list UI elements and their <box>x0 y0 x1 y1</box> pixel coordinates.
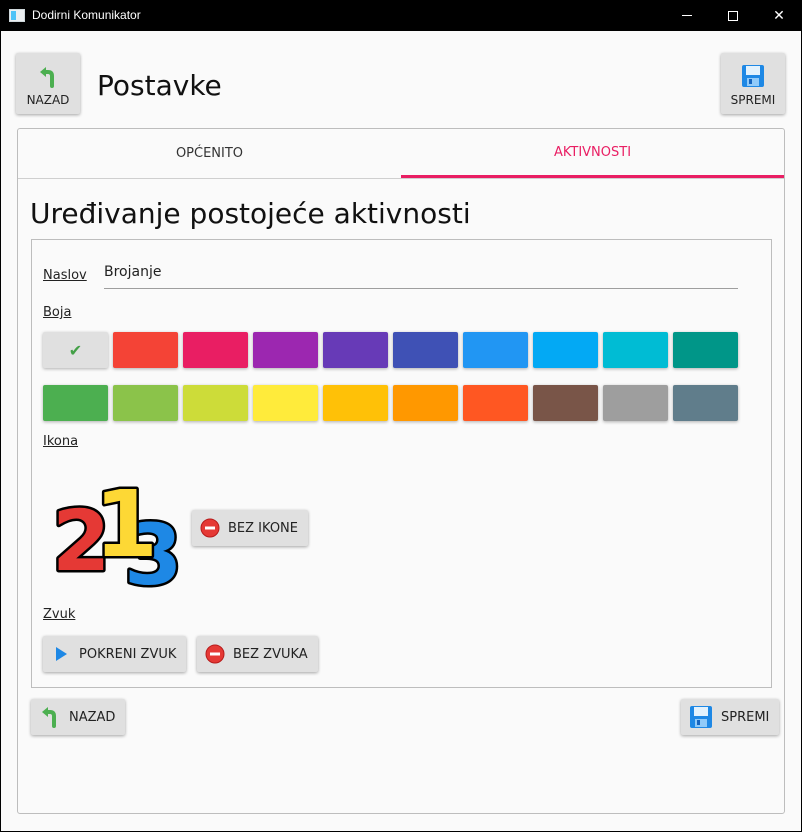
page-title: Postavke <box>97 69 222 102</box>
color-swatch[interactable] <box>43 385 108 421</box>
header-back-button[interactable]: NAZAD <box>16 53 80 114</box>
section-heading: Uređivanje postojeće aktivnosti <box>30 197 471 230</box>
icon-label: Ikona <box>43 434 79 449</box>
no-icon-button[interactable]: BEZ IKONE <box>192 510 308 546</box>
footer-save-button[interactable]: SPREMI <box>681 699 780 735</box>
color-swatch[interactable] <box>113 385 178 421</box>
checkmark-icon: ✔ <box>68 340 83 360</box>
color-swatch[interactable] <box>533 332 598 368</box>
color-swatch[interactable] <box>673 385 738 421</box>
color-swatch[interactable] <box>533 385 598 421</box>
minimize-icon <box>682 15 692 16</box>
sound-label: Zvuk <box>43 607 76 622</box>
tab-activities[interactable]: AKTIVNOSTI <box>401 129 784 178</box>
color-swatch[interactable] <box>253 332 318 368</box>
tab-divider <box>18 178 784 179</box>
header-save-button[interactable]: SPREMI <box>721 53 785 114</box>
maximize-icon <box>728 10 738 21</box>
numbers-213-icon: 2 3 1 <box>52 472 182 596</box>
close-icon: ✕ <box>773 7 785 24</box>
play-sound-label: POKRENI ZVUK <box>79 646 177 662</box>
maximize-button[interactable] <box>710 0 756 31</box>
tab-general[interactable]: OPĆENITO <box>18 129 401 178</box>
remove-icon <box>205 644 225 664</box>
no-sound-label: BEZ ZVUKA <box>233 646 308 662</box>
color-swatch[interactable] <box>393 385 458 421</box>
color-swatch[interactable] <box>113 332 178 368</box>
remove-icon <box>200 518 220 538</box>
footer-back-button[interactable]: NAZAD <box>31 699 126 735</box>
color-swatch[interactable] <box>463 385 528 421</box>
color-swatch[interactable] <box>673 332 738 368</box>
header-save-label: SPREMI <box>730 93 776 107</box>
header-back-label: NAZAD <box>26 93 70 107</box>
play-icon <box>56 647 67 661</box>
back-arrow-icon <box>42 707 56 728</box>
save-disk-icon <box>690 706 712 728</box>
no-icon-label: BEZ IKONE <box>228 520 298 536</box>
main-window: NAZAD Postavke SPREMI OPĆENITO AKTIVNOST… <box>1 31 801 831</box>
color-swatch[interactable] <box>603 385 668 421</box>
close-button[interactable]: ✕ <box>756 0 802 31</box>
app-icon <box>9 9 25 22</box>
svg-text:1: 1 <box>94 472 158 578</box>
color-swatch[interactable] <box>253 385 318 421</box>
window-title: Dodirni Komunikator <box>32 8 141 22</box>
minimize-button[interactable] <box>664 0 710 31</box>
activity-form: Naslov Boja ✔ Ikona 2 3 1 BEZ IKONE Zvuk <box>31 239 772 688</box>
title-label: Naslov <box>43 268 87 283</box>
color-label: Boja <box>43 305 72 320</box>
tab-pane: OPĆENITO AKTIVNOSTI Uređivanje postojeće… <box>17 128 785 814</box>
color-swatch[interactable] <box>183 385 248 421</box>
color-swatch[interactable] <box>603 332 668 368</box>
color-swatch[interactable] <box>393 332 458 368</box>
title-bar: Dodirni Komunikator ✕ <box>0 0 802 31</box>
color-swatch[interactable] <box>323 332 388 368</box>
color-swatch-none[interactable]: ✔ <box>43 332 108 368</box>
footer-back-label: NAZAD <box>69 709 116 725</box>
footer-save-label: SPREMI <box>721 709 770 725</box>
play-sound-button[interactable]: POKRENI ZVUK <box>43 636 187 672</box>
color-swatch[interactable] <box>463 332 528 368</box>
no-sound-button[interactable]: BEZ ZVUKA <box>197 636 318 672</box>
color-swatch[interactable] <box>323 385 388 421</box>
title-input[interactable] <box>104 256 738 289</box>
save-disk-icon <box>742 65 764 87</box>
back-arrow-icon <box>40 67 54 88</box>
color-swatch[interactable] <box>183 332 248 368</box>
